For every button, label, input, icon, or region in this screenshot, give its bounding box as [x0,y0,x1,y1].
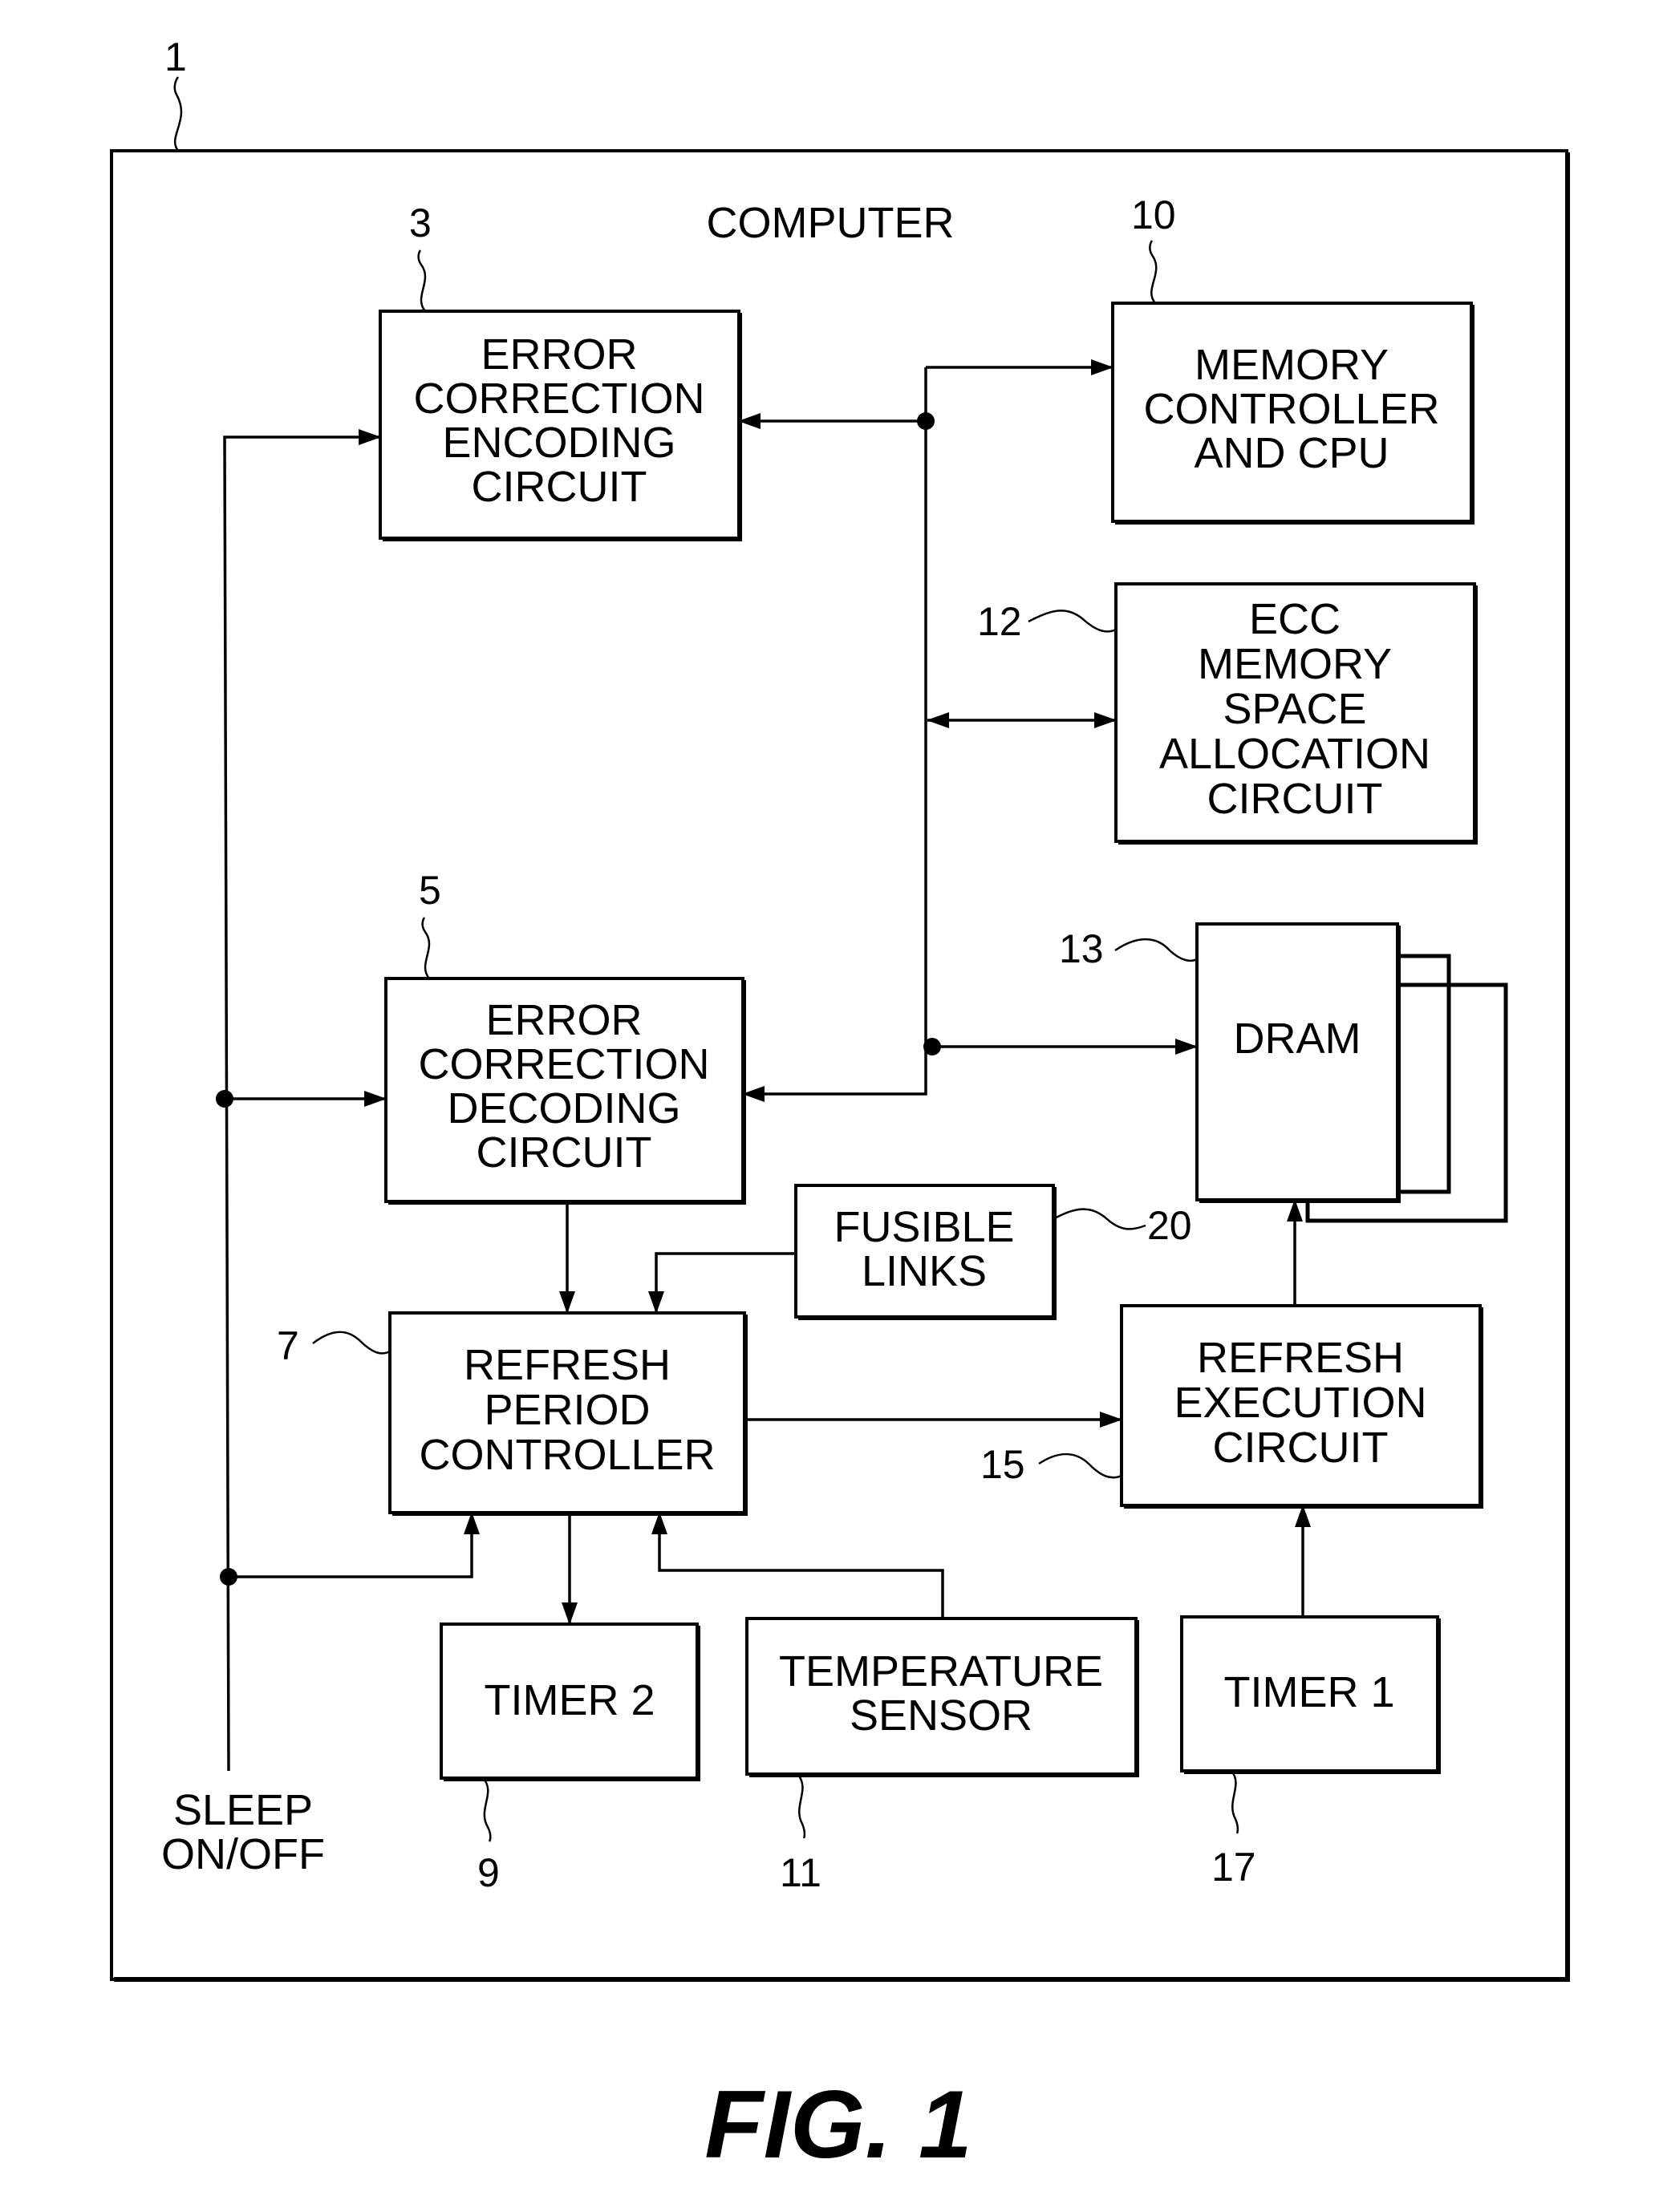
leader-line-1 [173,76,183,152]
temperature-sensor-line-2: SENSOR [850,1691,1032,1740]
ref-numeral-17: 17 [1211,1845,1256,1890]
computer-label: COMPUTER [707,199,955,247]
fusible-links-line-2: LINKS [862,1247,987,1295]
ecc-decoder-line-4: CIRCUIT [477,1128,652,1177]
ecc-decoder-line-1: ERROR [485,996,642,1044]
ref-numeral-5: 5 [419,868,441,913]
ref-numeral-1: 1 [164,34,187,79]
refresh-period-line-1: REFRESH [464,1341,671,1389]
ref-numeral-12: 12 [977,599,1022,644]
figure-caption: FIG. 1 [704,2071,972,2178]
ecc-allocation-block: ECC MEMORY SPACE ALLOCATION CIRCUIT [1114,582,1478,845]
ref-numeral-13: 13 [1059,926,1104,971]
refresh-period-line-3: CONTROLLER [419,1431,715,1479]
refresh-period-controller-block: REFRESH PERIOD CONTROLLER [388,1311,748,1516]
timer1-label: TIMER 1 [1223,1668,1394,1716]
memory-controller-line-3: AND CPU [1194,429,1389,477]
ref-numeral-3: 3 [409,201,432,245]
ref-numeral-9: 9 [477,1850,500,1895]
ecc-encoder-line-4: CIRCUIT [472,463,647,511]
sleep-junction-refresh [220,1568,237,1586]
timer1-block: TIMER 1 [1180,1615,1441,1774]
memory-controller-line-1: MEMORY [1195,341,1389,389]
ecc-allocation-line-4: ALLOCATION [1159,730,1430,778]
ecc-encoder-line-3: ENCODING [442,419,675,467]
ref-numeral-7: 7 [277,1323,299,1368]
ecc-allocation-line-3: SPACE [1223,685,1366,733]
ecc-allocation-line-1: ECC [1249,595,1341,643]
ecc-encoder-line-1: ERROR [481,330,637,379]
ecc-allocation-line-5: CIRCUIT [1207,775,1383,823]
dram-label: DRAM [1234,1015,1361,1063]
refresh-period-line-2: PERIOD [484,1386,650,1434]
memory-controller-line-2: CONTROLLER [1143,385,1439,433]
fusible-links-block: FUSIBLE LINKS [794,1184,1057,1320]
timer2-block: TIMER 2 [440,1623,700,1781]
refresh-execution-line-1: REFRESH [1197,1334,1404,1382]
ecc-decoder-line-3: DECODING [447,1084,680,1132]
sleep-label-line-1: SLEEP [173,1786,313,1834]
ref-numeral-10: 10 [1131,192,1176,237]
refresh-execution-block: REFRESH EXECUTION CIRCUIT [1120,1304,1483,1509]
sleep-junction-decoder [216,1090,233,1108]
block-diagram: 1 COMPUTER ERROR CORRECTION ENCODING CIR… [110,34,1570,2178]
ref-numeral-15: 15 [980,1442,1025,1487]
refresh-execution-line-2: EXECUTION [1174,1379,1426,1427]
ecc-decoder-line-2: CORRECTION [419,1040,710,1088]
ecc-encoder-line-2: CORRECTION [414,375,705,423]
timer2-label: TIMER 2 [484,1676,655,1724]
ref-numeral-11: 11 [780,1850,821,1895]
sleep-label-line-2: ON/OFF [161,1830,325,1878]
ref-numeral-20: 20 [1147,1203,1192,1248]
bus-junction-bottom [923,1038,941,1055]
ecc-decoder-block: ERROR CORRECTION DECODING CIRCUIT [384,977,746,1205]
ecc-encoder-block: ERROR CORRECTION ENCODING CIRCUIT [379,310,742,541]
temperature-sensor-block: TEMPERATURE SENSOR [745,1617,1139,1777]
fusible-links-line-1: FUSIBLE [834,1203,1014,1251]
ecc-allocation-line-2: MEMORY [1198,640,1392,688]
refresh-execution-line-3: CIRCUIT [1213,1424,1389,1472]
bus-junction-top [917,412,935,430]
memory-controller-block: MEMORY CONTROLLER AND CPU [1111,302,1474,525]
temperature-sensor-line-1: TEMPERATURE [779,1647,1103,1695]
